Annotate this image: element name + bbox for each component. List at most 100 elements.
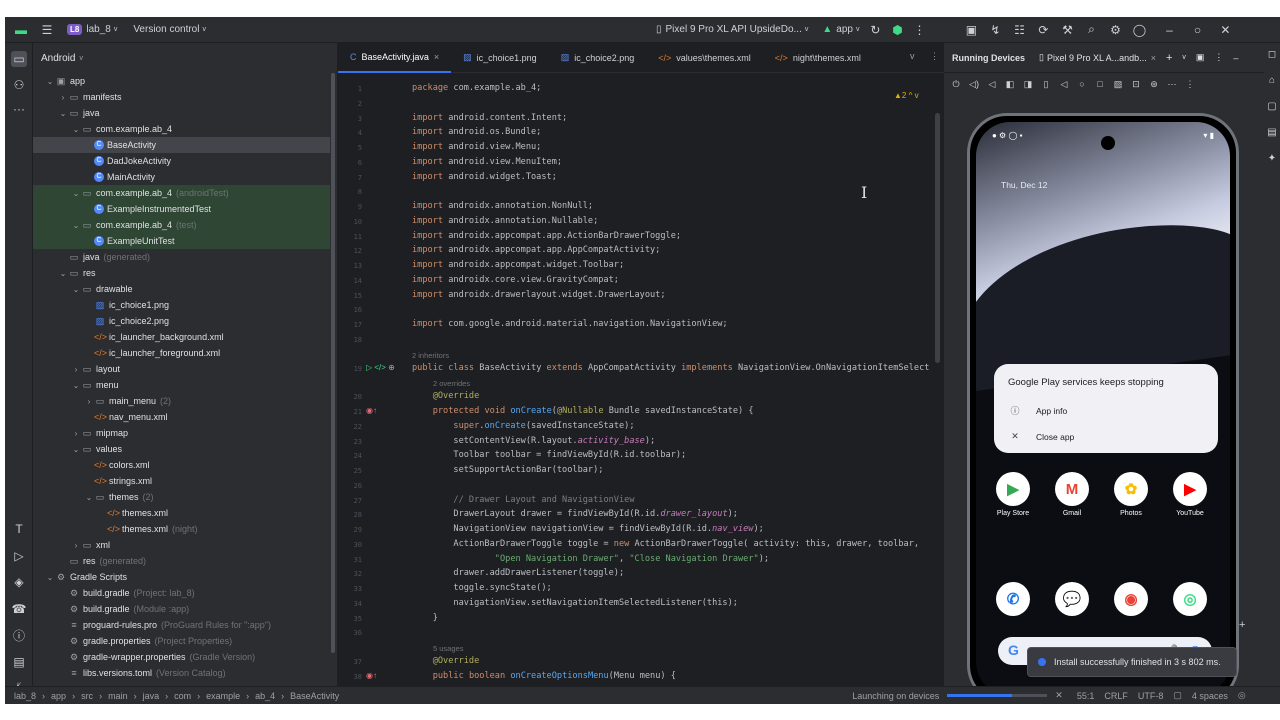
- chevron-down-icon[interactable]: v: [1182, 54, 1186, 61]
- tree-item[interactable]: C BaseActivity: [33, 137, 330, 153]
- tree-item[interactable]: ⚙ build.gradle (Module :app): [33, 601, 330, 617]
- code-line[interactable]: import androidx.appcompat.app.ActionBarD…: [412, 231, 681, 241]
- project-selector[interactable]: L8 lab_8 v: [67, 24, 117, 35]
- tree-item[interactable]: › ▭ mipmap: [33, 425, 330, 441]
- chevron-down-icon[interactable]: ⌄: [45, 573, 55, 582]
- app-icon[interactable]: ◉: [1106, 582, 1156, 616]
- terminal-icon[interactable]: ▤: [11, 654, 27, 670]
- launching-status[interactable]: Launching on devices: [852, 691, 939, 701]
- settings-gear-icon[interactable]: ⚙: [1107, 22, 1123, 38]
- more-tools-icon[interactable]: ···: [11, 101, 27, 117]
- breadcrumb-item[interactable]: java: [143, 691, 160, 701]
- code-line[interactable]: "Open Navigation Drawer", "Close Navigat…: [412, 554, 769, 564]
- code-line[interactable]: import android.widget.Toast;: [412, 172, 557, 182]
- power-icon[interactable]: ⏻: [950, 79, 962, 90]
- code-line[interactable]: import android.os.Bundle;: [412, 127, 541, 137]
- tree-item[interactable]: ⌄ ▭ drawable: [33, 281, 330, 297]
- tree-item[interactable]: ⚙ gradle.properties (Project Properties): [33, 633, 330, 649]
- close-app-option[interactable]: ✕ Close app: [1008, 431, 1074, 442]
- logcat-icon[interactable]: ☎: [11, 601, 27, 617]
- search-icon[interactable]: ⌕: [1083, 22, 1099, 38]
- tree-item[interactable]: ⌄ ▭ res: [33, 265, 330, 281]
- tree-item[interactable]: </> ic_launcher_foreground.xml: [33, 345, 330, 361]
- tree-item[interactable]: ⌄ ▭ com.example.ab_4: [33, 121, 330, 137]
- device-manager-icon[interactable]: ▣: [963, 22, 979, 38]
- build-icon[interactable]: ⚒: [1059, 22, 1075, 38]
- tree-item[interactable]: ⚙ build.gradle (Project: lab_8): [33, 585, 330, 601]
- code-line[interactable]: drawer.addDrawerListener(toggle);: [412, 568, 624, 578]
- build-variants-icon[interactable]: T: [11, 521, 27, 537]
- project-view-selector[interactable]: Android v: [33, 43, 337, 73]
- breadcrumb-item[interactable]: lab_8: [14, 691, 36, 701]
- tree-item[interactable]: </> nav_menu.xml: [33, 409, 330, 425]
- code-line[interactable]: super.onCreate(savedInstanceState);: [412, 421, 634, 431]
- editor-tab[interactable]: C BaseActivity.java ×: [338, 43, 452, 73]
- code-line[interactable]: import com.google.android.material.navig…: [412, 319, 728, 329]
- rotate-right-icon[interactable]: ◨: [1022, 79, 1034, 90]
- more-icon[interactable]: ⋮: [911, 22, 927, 38]
- code-line[interactable]: navigationView.setNavigationItemSelected…: [412, 598, 738, 608]
- tree-item[interactable]: </> strings.xml: [33, 473, 330, 489]
- override-gutter-icon[interactable]: ◉↑: [366, 671, 377, 680]
- app-info-option[interactable]: ⓘ App info: [1008, 404, 1067, 417]
- tree-item[interactable]: ⌄ ▭ themes (2): [33, 489, 330, 505]
- chevron-right-icon[interactable]: ›: [58, 93, 68, 102]
- editor-scrollbar[interactable]: [935, 113, 940, 363]
- code-line[interactable]: import androidx.appcompat.app.AppCompatA…: [412, 245, 660, 255]
- chevron-down-icon[interactable]: ⌄: [71, 221, 81, 230]
- tree-item[interactable]: </> colors.xml: [33, 457, 330, 473]
- chevron-down-icon[interactable]: ⌄: [71, 285, 81, 294]
- chevron-down-icon[interactable]: ⌄: [71, 381, 81, 390]
- code-vision-hint[interactable]: 2 overrides: [433, 379, 470, 388]
- rerun-icon[interactable]: ↻: [867, 22, 883, 38]
- memory-icon[interactable]: ◎: [1238, 690, 1246, 701]
- breadcrumb-item[interactable]: app: [51, 691, 66, 701]
- line-separator[interactable]: CRLF: [1104, 691, 1128, 701]
- breadcrumb-item[interactable]: com: [174, 691, 191, 701]
- code-line[interactable]: import androidx.annotation.Nullable;: [412, 216, 598, 226]
- code-line[interactable]: import android.view.MenuItem;: [412, 157, 562, 167]
- project-scrollbar[interactable]: [331, 73, 335, 653]
- code-line[interactable]: import androidx.drawerlayout.widget.Draw…: [412, 290, 666, 300]
- tree-item[interactable]: C ExampleInstrumentedTest: [33, 201, 330, 217]
- chevron-down-icon[interactable]: ⌄: [71, 189, 81, 198]
- chevron-right-icon[interactable]: ›: [84, 397, 94, 406]
- zoom-in-icon[interactable]: +: [1239, 619, 1245, 631]
- code-line[interactable]: }: [412, 613, 438, 623]
- breadcrumb-item[interactable]: BaseActivity: [290, 691, 339, 701]
- app-icon[interactable]: ▶ YouTube: [1165, 472, 1215, 517]
- tree-item[interactable]: ⌄ ▭ com.example.ab_4 (androidTest): [33, 185, 330, 201]
- device-file-icon[interactable]: ▢: [1266, 101, 1278, 115]
- account-icon[interactable]: ◯: [1131, 22, 1147, 38]
- tabs-overflow-icon[interactable]: v: [910, 51, 915, 61]
- gemini-icon[interactable]: ✦: [1266, 153, 1278, 167]
- tree-item[interactable]: C DadJokeActivity: [33, 153, 330, 169]
- volume-up-icon[interactable]: ◁): [968, 79, 980, 90]
- code-line[interactable]: protected void onCreate(@Nullable Bundle…: [412, 406, 754, 416]
- kebab-icon[interactable]: ⋮: [930, 51, 939, 62]
- editor-tab[interactable]: </> values\themes.xml: [646, 43, 763, 73]
- editor-tab[interactable]: ▨ ic_choice1.png: [451, 43, 549, 73]
- code-line[interactable]: import android.content.Intent;: [412, 113, 567, 123]
- main-menu-icon[interactable]: ☰: [39, 22, 55, 38]
- chevron-right-icon[interactable]: ›: [71, 365, 81, 374]
- app-icon[interactable]: ✆: [988, 582, 1038, 616]
- app-inspection-icon[interactable]: ◈: [11, 574, 27, 590]
- code-line[interactable]: public class BaseActivity extends AppCom…: [412, 363, 929, 373]
- app-icon[interactable]: 💬: [1047, 582, 1097, 616]
- code-line[interactable]: toggle.syncState();: [412, 583, 551, 593]
- code-line[interactable]: public boolean onCreateOptionsMenu(Menu …: [412, 671, 676, 681]
- tree-item[interactable]: › ▭ manifests: [33, 89, 330, 105]
- tree-item[interactable]: › ▭ layout: [33, 361, 330, 377]
- code-line[interactable]: @Override: [412, 391, 480, 401]
- notifications-icon[interactable]: ◻: [1266, 49, 1278, 63]
- tree-item[interactable]: ⌄ ⚙ Gradle Scripts: [33, 569, 330, 585]
- project-folder-icon[interactable]: ▭: [11, 51, 27, 67]
- running-devices-icon[interactable]: ▤: [1266, 127, 1278, 141]
- editor-tab[interactable]: ▨ ic_choice2.png: [549, 43, 647, 73]
- breadcrumb-item[interactable]: main: [108, 691, 128, 701]
- run-config-selector[interactable]: ▲ app v: [822, 24, 859, 35]
- tree-item[interactable]: ⚙ gradle-wrapper.properties (Gradle Versio…: [33, 649, 330, 665]
- tree-item[interactable]: ▭ java (generated): [33, 249, 330, 265]
- cancel-icon[interactable]: ✕: [1055, 690, 1063, 701]
